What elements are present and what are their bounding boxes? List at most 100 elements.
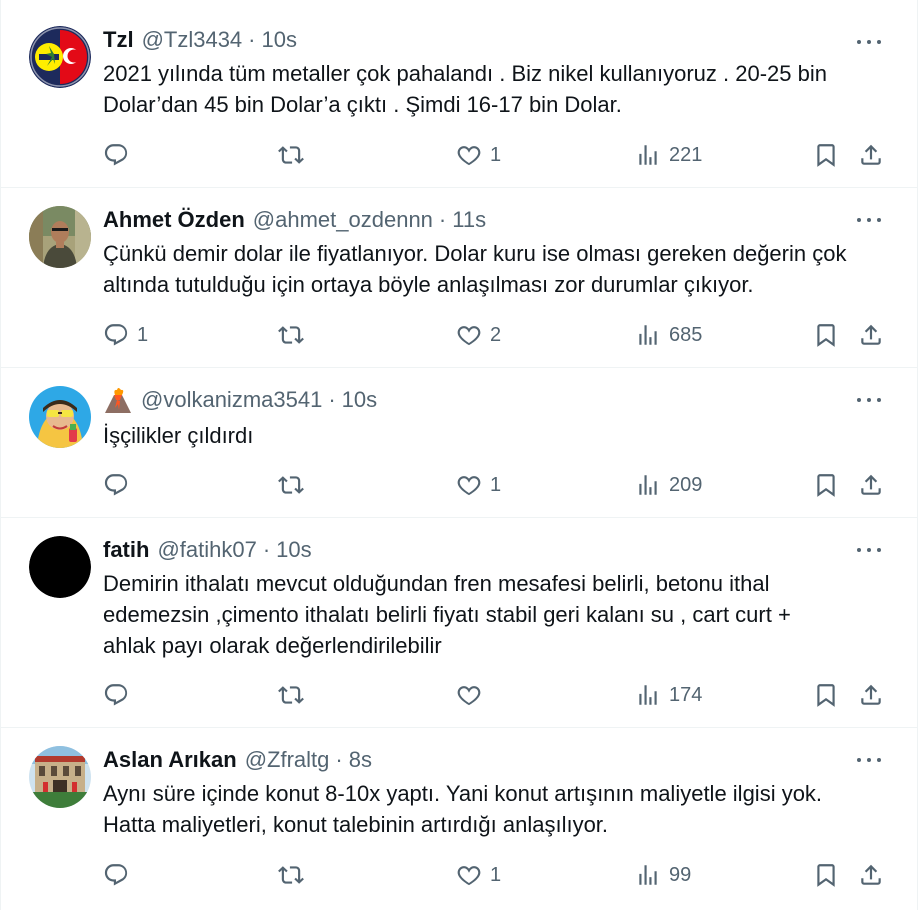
tweet-text-line: Aynı süre içinde konut 8-10x yaptı. Yani… [103, 781, 823, 806]
handle[interactable]: @Zfraltg [245, 746, 330, 774]
more-icon[interactable] [857, 210, 881, 230]
bookmark-button[interactable] [813, 680, 839, 710]
timestamp[interactable]: 10s [276, 536, 311, 564]
avatar[interactable] [29, 26, 91, 88]
retweet-button[interactable] [278, 470, 312, 500]
tweet-text-line: Demirin ithalatı mevcut olduğundan fren … [103, 571, 770, 596]
separator-dot: · [335, 747, 343, 772]
views-button[interactable]: 221 [635, 140, 702, 170]
retweet-icon [278, 146, 304, 164]
views-icon [639, 685, 657, 705]
views-button[interactable]: 685 [635, 320, 702, 350]
tweet-text-line: ahlak payı olarak değerlendirilebilir [103, 633, 442, 658]
retweet-button[interactable] [278, 140, 312, 170]
like-icon [457, 326, 481, 346]
views-count: 685 [669, 323, 703, 346]
views-button[interactable]: 99 [635, 860, 691, 890]
share-icon [861, 324, 881, 345]
bookmark-button[interactable] [813, 320, 839, 350]
handle[interactable]: @volkanizma3541 [141, 386, 322, 414]
like-icon [457, 686, 481, 706]
tweet-header: @volkanizma3541 · 10s [103, 386, 377, 414]
like-button[interactable]: 1 [456, 140, 501, 170]
timestamp[interactable]: 8s [349, 746, 372, 774]
reply-button[interactable] [103, 470, 137, 500]
timestamp[interactable]: 11s [452, 206, 486, 234]
volcano-emoji-icon [105, 388, 131, 413]
reply-button[interactable] [103, 860, 137, 890]
timestamp[interactable]: 10s [262, 26, 297, 54]
bookmark-icon [817, 684, 835, 707]
handle[interactable]: @Tzl3434 [142, 26, 243, 54]
retweet-button[interactable] [278, 860, 312, 890]
display-name[interactable]: Ahmet Özden [103, 206, 245, 234]
tweet-text: Aynı süre içinde konut 8-10x yaptı. Yani… [103, 778, 893, 840]
avatar[interactable] [29, 746, 91, 808]
avatar[interactable] [29, 386, 91, 448]
views-icon [639, 865, 657, 885]
views-icon [639, 145, 657, 165]
more-icon[interactable] [857, 390, 881, 410]
share-button[interactable] [858, 320, 884, 350]
action-bar: 1 2 685 [101, 320, 891, 350]
handle[interactable]: @ahmet_ozdennn [253, 206, 433, 234]
like-button[interactable] [456, 680, 490, 710]
separator-dot: · [262, 537, 271, 562]
reply-button[interactable] [103, 140, 137, 170]
action-bar: 174 [101, 680, 891, 710]
tweet-header: Ahmet Özden @ahmet_ozdennn · 11s [103, 206, 486, 234]
reply-count: 1 [137, 323, 149, 346]
views-count: 221 [669, 143, 703, 166]
like-count: 2 [490, 323, 502, 346]
bookmark-icon [817, 324, 835, 347]
retweet-button[interactable] [278, 320, 312, 350]
display-name[interactable]: Tzl [103, 26, 134, 54]
more-icon[interactable] [857, 750, 881, 770]
display-name[interactable]: Aslan Arıkan [103, 746, 237, 774]
tweet[interactable]: fatih @fatihk07 · 10s Demirin ithalatı m… [1, 518, 917, 728]
more-icon[interactable] [857, 32, 881, 52]
share-icon [861, 684, 881, 705]
views-button[interactable]: 174 [635, 680, 702, 710]
bookmark-icon [817, 144, 835, 167]
tweet-text: Çünkü demir dolar ile fiyatlanıyor. Dola… [103, 238, 893, 300]
like-button[interactable]: 1 [456, 470, 501, 500]
share-button[interactable] [858, 860, 884, 890]
timestamp[interactable]: 10s [342, 386, 377, 414]
avatar[interactable] [29, 536, 91, 598]
retweet-icon [278, 476, 304, 494]
tweet-text-line: İşçilikler çıldırdı [103, 423, 254, 448]
tweet[interactable]: Tzl @Tzl3434 · 10s 2021 yılında tüm meta… [1, 0, 917, 188]
bookmark-button[interactable] [813, 470, 839, 500]
retweet-button[interactable] [278, 680, 312, 710]
like-count: 1 [490, 863, 502, 886]
tweet[interactable]: @volkanizma3541 · 10s İşçilikler çıldırd… [1, 368, 917, 518]
like-button[interactable]: 2 [456, 320, 501, 350]
bookmark-button[interactable] [813, 860, 839, 890]
tweet-text: 2021 yılında tüm metaller çok pahalandı … [103, 58, 893, 120]
display-name[interactable]: fatih [103, 536, 149, 564]
reply-feed: Tzl @Tzl3434 · 10s 2021 yılında tüm meta… [0, 0, 918, 910]
share-button[interactable] [858, 470, 884, 500]
tweet-text-line: 2021 yılında tüm metaller çok pahalandı … [103, 61, 827, 86]
tweet-text: İşçilikler çıldırdı [103, 420, 893, 451]
tweet[interactable]: Ahmet Özden @ahmet_ozdennn · 11s Çünkü d… [1, 188, 917, 368]
reply-button[interactable] [103, 680, 137, 710]
tweet[interactable]: Aslan Arıkan @Zfraltg · 8s Aynı süre içi… [1, 728, 917, 910]
like-count: 1 [490, 143, 502, 166]
share-button[interactable] [858, 140, 884, 170]
reply-button[interactable]: 1 [103, 320, 148, 350]
bookmark-button[interactable] [813, 140, 839, 170]
views-button[interactable]: 209 [635, 470, 702, 500]
share-button[interactable] [858, 680, 884, 710]
tweet-text-line: edemezsin ,çimento ithalatı belirli fiya… [103, 602, 791, 627]
retweet-icon [278, 326, 304, 344]
avatar[interactable] [29, 206, 91, 268]
reply-icon [104, 684, 128, 706]
more-icon[interactable] [857, 540, 881, 560]
like-button[interactable]: 1 [456, 860, 501, 890]
bookmark-icon [817, 864, 835, 887]
like-icon [457, 146, 481, 166]
handle[interactable]: @fatihk07 [157, 536, 256, 564]
retweet-icon [278, 866, 304, 884]
